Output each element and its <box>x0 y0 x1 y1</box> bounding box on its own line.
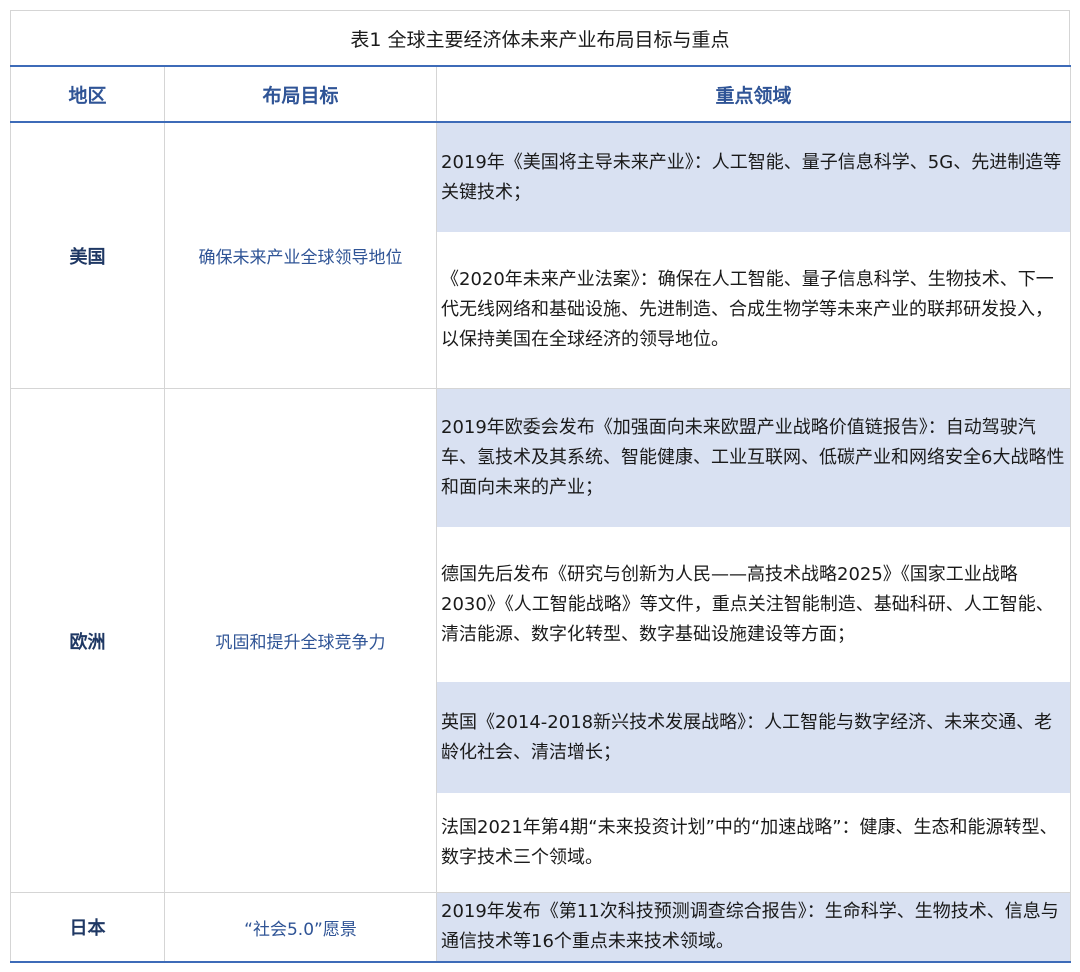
focus-cell: 2019年欧委会发布《加强面向未来欧盟产业战略价值链报告》：自动驾驶汽车、氢技术… <box>436 388 1071 893</box>
layout-table: 地区 布局目标 重点领域 美国 确保未来产业全球领导地位 2019年《美国将主导… <box>10 65 1071 963</box>
header-focus: 重点领域 <box>436 65 1071 123</box>
header-row: 地区 布局目标 重点领域 <box>10 65 1071 123</box>
focus-cell: 2019年《美国将主导未来产业》：人工智能、量子信息科学、5G、先进制造等关键技… <box>436 121 1071 389</box>
focus-item: 《2020年未来产业法案》：确保在人工智能、量子信息科学、生物技术、下一代无线网… <box>441 269 1054 350</box>
focus-item: 法国2021年第4期“未来投资计划”中的“加速战略”：健康、生态和能源转型、数字… <box>441 816 1058 868</box>
region-cell: 日本 <box>10 892 165 963</box>
table-row: 日本 “社会5.0”愿景 2019年发布《第11次科技预测调查综合报告》：生命科… <box>10 892 1071 963</box>
focus-cell: 2019年发布《第11次科技预测调查综合报告》：生命科学、生物技术、信息与通信技… <box>436 892 1071 963</box>
region-cell: 美国 <box>10 121 165 389</box>
focus-item: 2019年发布《第11次科技预测调查综合报告》：生命科学、生物技术、信息与通信技… <box>437 893 1070 961</box>
table-row: 美国 确保未来产业全球领导地位 2019年《美国将主导未来产业》：人工智能、量子… <box>10 121 1071 389</box>
focus-item: 英国《2014-2018新兴技术发展战略》：人工智能与数字经济、未来交通、老龄化… <box>437 682 1070 793</box>
header-region: 地区 <box>10 65 165 123</box>
goal-cell: 确保未来产业全球领导地位 <box>164 121 437 389</box>
focus-item: 2019年欧委会发布《加强面向未来欧盟产业战略价值链报告》：自动驾驶汽车、氢技术… <box>437 389 1070 527</box>
focus-item: 2019年《美国将主导未来产业》：人工智能、量子信息科学、5G、先进制造等关键技… <box>437 123 1070 232</box>
goal-cell: “社会5.0”愿景 <box>164 892 437 963</box>
table-row: 欧洲 巩固和提升全球竞争力 2019年欧委会发布《加强面向未来欧盟产业战略价值链… <box>10 388 1071 893</box>
table-figure: 表1 全球主要经济体未来产业布局目标与重点 地区 布局目标 重点领域 美国 确保… <box>0 0 1080 972</box>
header-goal: 布局目标 <box>164 65 437 123</box>
table-caption: 表1 全球主要经济体未来产业布局目标与重点 <box>10 10 1070 65</box>
region-cell: 欧洲 <box>10 388 165 893</box>
focus-item: 德国先后发布《研究与创新为人民——高技术战略2025》《国家工业战略2030》《… <box>441 563 1054 645</box>
goal-cell: 巩固和提升全球竞争力 <box>164 388 437 893</box>
